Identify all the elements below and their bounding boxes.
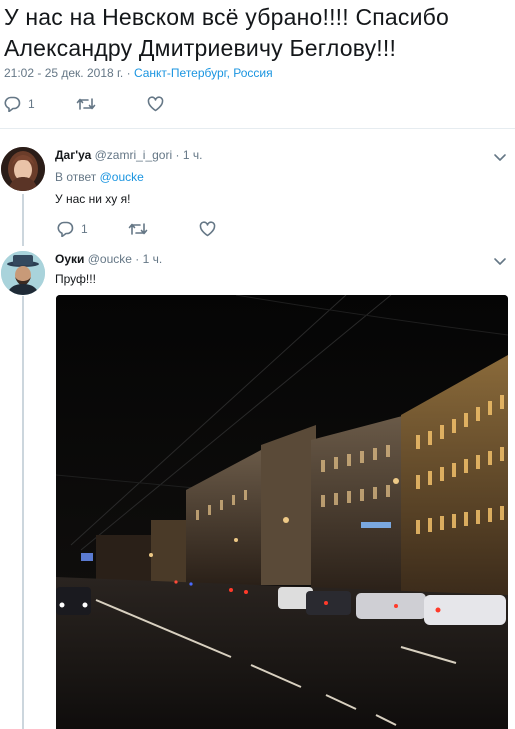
reply-author-handle[interactable]: @zamri_i_gori [95, 148, 173, 162]
avatar-photo [1, 251, 45, 295]
reply-time[interactable]: 1 ч. [183, 148, 203, 162]
tweet-text: У нас на Невском всё убрано!!!! Спасибо … [4, 4, 450, 61]
reply-icon [4, 96, 21, 112]
in-reply-prefix: В ответ [55, 170, 97, 184]
reply-count: 1 [28, 97, 35, 111]
night-city-street-photo [56, 295, 508, 729]
like-button[interactable] [147, 93, 164, 115]
in-reply-to: В ответ @oucke [55, 170, 144, 184]
reply-button[interactable]: 1 [57, 218, 88, 240]
reply-count: 1 [81, 222, 88, 236]
in-reply-handle[interactable]: @oucke [100, 170, 144, 184]
thread-line [22, 296, 24, 729]
tweet-timestamp[interactable]: 21:02 - 25 дек. 2018 г. [4, 66, 123, 80]
divider [0, 128, 515, 129]
reply-icon [57, 221, 74, 237]
reply-author-name[interactable]: Даг'уа [55, 148, 91, 162]
retweet-button[interactable] [76, 93, 96, 115]
like-icon [147, 96, 164, 112]
avatar[interactable] [1, 251, 45, 295]
retweet-icon [128, 223, 148, 235]
reply-button[interactable]: 1 [4, 93, 35, 115]
tweet-meta: 21:02 - 25 дек. 2018 г. · Санкт-Петербур… [4, 66, 273, 80]
tweet-actions: 1 [0, 93, 515, 115]
tweet-location[interactable]: Санкт-Петербург, Россия [134, 66, 273, 80]
reply-text: Пруф!!! [55, 272, 96, 286]
chevron-down-icon[interactable] [493, 254, 507, 268]
avatar-photo [1, 147, 45, 191]
retweet-icon [76, 98, 96, 110]
reply-header: Даг'уа @zamri_i_gori · 1 ч. [55, 148, 203, 162]
reply-text: У нас ни ху я! [55, 192, 131, 206]
tweet-photo[interactable] [56, 295, 508, 729]
reply-time[interactable]: 1 ч. [143, 252, 163, 266]
avatar[interactable] [1, 147, 45, 191]
reply-author-handle[interactable]: @oucke [88, 252, 132, 266]
chevron-down-icon[interactable] [493, 150, 507, 164]
reply-actions: 1 [0, 218, 515, 240]
reply-header: Оуки @oucke · 1 ч. [55, 252, 163, 266]
retweet-button[interactable] [128, 218, 148, 240]
like-button[interactable] [199, 218, 216, 240]
reply-author-name[interactable]: Оуки [55, 252, 84, 266]
like-icon [199, 221, 216, 237]
